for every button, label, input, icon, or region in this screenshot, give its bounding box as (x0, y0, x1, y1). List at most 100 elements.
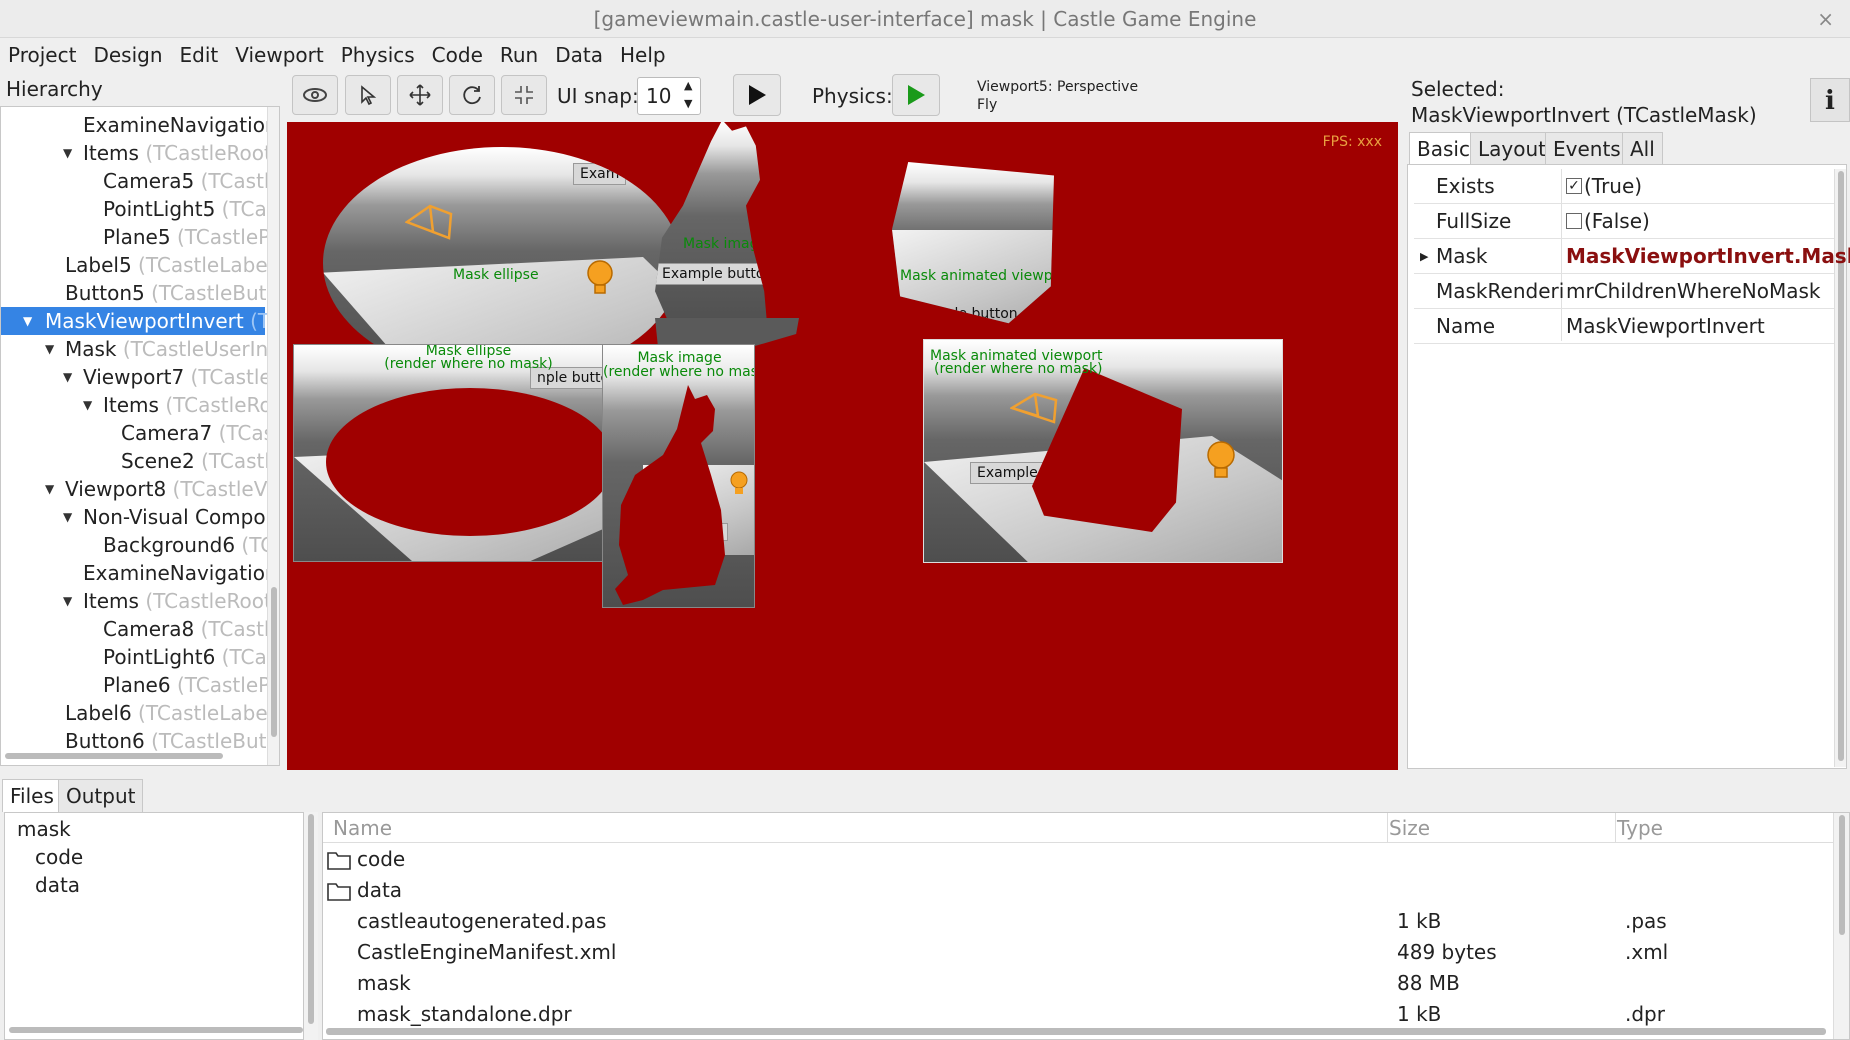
rotate-mode-button[interactable] (449, 75, 495, 115)
tree-item-label: Background6 (103, 533, 236, 557)
ui-snap-spinner[interactable]: 10 ▲ ▼ (637, 77, 701, 115)
folder-tree: mask code data (4, 812, 304, 1040)
tab-output[interactable]: Output (58, 779, 144, 812)
tree-item[interactable]: ▼ Items (TCastleRootT (63, 139, 279, 167)
tree-item-label: Plane6 (103, 673, 171, 697)
tree-item[interactable]: Button5 (TCastleButto (65, 279, 279, 307)
expand-arrow-icon[interactable]: ▼ (63, 503, 72, 531)
menu-code[interactable]: Code (432, 43, 483, 67)
folder-item[interactable]: code (35, 845, 83, 869)
tab-events[interactable]: Events (1545, 132, 1629, 164)
file-list-scrollbar[interactable] (1833, 813, 1849, 1039)
menu-run[interactable]: Run (500, 43, 538, 67)
tree-item-selected[interactable]: ▼MaskViewportInvert (TCa (1, 307, 279, 335)
tree-item[interactable]: Scene2 (TCastle (121, 447, 279, 475)
tree-item[interactable]: Camera5 (TCastle (103, 167, 279, 195)
tree-item-label: Camera7 (121, 421, 213, 445)
tab-layout[interactable]: Layout (1470, 132, 1554, 164)
folder-item[interactable]: data (35, 873, 80, 897)
tree-item[interactable]: ▼ Mask (TCastleUserInte (45, 335, 279, 363)
scrollbar-thumb[interactable] (271, 587, 277, 737)
menu-project[interactable]: Project (8, 43, 76, 67)
tree-item[interactable]: Background6 (TCa (103, 531, 279, 559)
tree-item-class: (TCastleButto (151, 729, 280, 753)
tree-item[interactable]: ▼ Items (TCastleRoo (83, 391, 280, 419)
property-row[interactable]: Exists ✓ (True) (1414, 169, 1834, 204)
selected-label: Selected: (1411, 77, 1505, 101)
tree-item[interactable]: ▼ Non-Visual Compone (63, 503, 279, 531)
property-row[interactable]: ▶ Mask MaskViewportInvert.Mask (1414, 239, 1850, 274)
tab-basic[interactable]: Basic (1409, 132, 1478, 164)
menu-design[interactable]: Design (93, 43, 162, 67)
design-viewport[interactable]: FPS: xxx Exam Mask ellipse Example butto… (287, 122, 1398, 770)
expand-arrow-icon[interactable]: ▶ (1420, 239, 1428, 274)
horizontal-scrollbar-thumb[interactable] (9, 1027, 303, 1033)
tree-item[interactable]: Plane5 (TCastlePla (103, 223, 279, 251)
hierarchy-scrollbar[interactable] (267, 107, 279, 765)
tree-item[interactable]: PointLight5 (TCast (103, 195, 279, 223)
horizontal-scrollbar-thumb[interactable] (5, 753, 223, 759)
folder-scrollbar[interactable] (304, 812, 318, 1040)
menu-physics[interactable]: Physics (341, 43, 415, 67)
hierarchy-title: Hierarchy (6, 77, 103, 101)
tree-item[interactable]: Button6 (TCastleButto (65, 727, 280, 755)
expand-arrow-icon[interactable]: ▼ (83, 391, 92, 419)
column-name[interactable]: Name (333, 813, 392, 843)
tree-item[interactable]: Camera8 (TCastle (103, 615, 279, 643)
expand-arrow-icon[interactable]: ▼ (45, 475, 54, 503)
info-icon[interactable]: i (1810, 78, 1850, 122)
expand-arrow-icon[interactable]: ▼ (63, 139, 72, 167)
menu-edit[interactable]: Edit (180, 43, 219, 67)
column-type[interactable]: Type (1617, 813, 1663, 843)
spin-down-icon[interactable]: ▼ (684, 97, 692, 110)
expand-arrow-icon[interactable]: ▼ (63, 587, 72, 615)
expand-arrow-icon[interactable]: ▼ (23, 307, 32, 335)
scrollbar-thumb[interactable] (308, 814, 314, 1024)
translate-mode-button[interactable] (397, 75, 443, 115)
checkbox-unchecked-icon[interactable] (1566, 213, 1582, 229)
mask-ellipse-label: Mask ellipse (453, 267, 539, 283)
ui-snap-value[interactable]: 10 (646, 84, 671, 108)
tree-item[interactable]: ExamineNavigation5 (83, 111, 279, 139)
tree-item[interactable]: ExamineNavigation6 (83, 559, 279, 587)
scale-mode-button[interactable] (501, 75, 547, 115)
tree-item[interactable]: Label5 (TCastleLabel) (65, 251, 279, 279)
menu-data[interactable]: Data (555, 43, 603, 67)
tree-item[interactable]: Label6 (TCastleLabel) (65, 699, 279, 727)
checkbox-checked-icon[interactable]: ✓ (1566, 178, 1582, 194)
spin-up-icon[interactable]: ▲ (684, 79, 692, 92)
menu-viewport[interactable]: Viewport (235, 43, 323, 67)
tab-files[interactable]: Files (2, 779, 62, 812)
file-type: .xml (1625, 940, 1669, 964)
tree-item-class: (TCastlePla (176, 673, 280, 697)
horizontal-scrollbar-thumb[interactable] (326, 1028, 1826, 1035)
property-row[interactable]: Name MaskViewportInvert (1414, 309, 1834, 344)
select-mode-button[interactable] (345, 75, 391, 115)
expand-arrow-icon[interactable]: ▼ (45, 335, 54, 363)
interact-mode-button[interactable] (292, 75, 338, 115)
tree-item[interactable]: PointLight6 (TCast (103, 643, 279, 671)
image-nomask-view: on Mask image (render where no mask) (602, 344, 755, 608)
tab-all[interactable]: All (1622, 132, 1663, 164)
physics-label: Physics: (812, 84, 893, 108)
tree-item[interactable]: Camera7 (TCast (121, 419, 279, 447)
menu-help[interactable]: Help (620, 43, 666, 67)
tree-item[interactable]: ▼ Viewport7 (TCastleV (63, 363, 279, 391)
tree-item[interactable]: ▼ Viewport8 (TCastleVie (45, 475, 279, 503)
mask-image-label: Mask image (683, 236, 768, 252)
property-row[interactable]: FullSize (False) (1414, 204, 1834, 239)
property-name: MaskRenderin (1436, 279, 1564, 303)
tree-item-class: (TCastleRoo (165, 393, 280, 417)
window-title-bar: [gameviewmain.castle-user-interface] mas… (0, 0, 1850, 38)
scrollbar-thumb[interactable] (1839, 815, 1845, 935)
physics-play-button[interactable] (892, 74, 940, 116)
tree-item[interactable]: ▼ Items (TCastleRootT (63, 587, 279, 615)
play-button[interactable] (733, 74, 781, 116)
light-bulb-icon (587, 260, 613, 294)
property-row[interactable]: MaskRenderin mrChildrenWhereNoMask (1414, 274, 1834, 309)
expand-arrow-icon[interactable]: ▼ (63, 363, 72, 391)
tree-item[interactable]: Plane6 (TCastlePla (103, 671, 280, 699)
column-size[interactable]: Size (1389, 813, 1430, 843)
folder-item[interactable]: mask (17, 817, 71, 841)
close-icon[interactable]: × (1817, 0, 1834, 38)
